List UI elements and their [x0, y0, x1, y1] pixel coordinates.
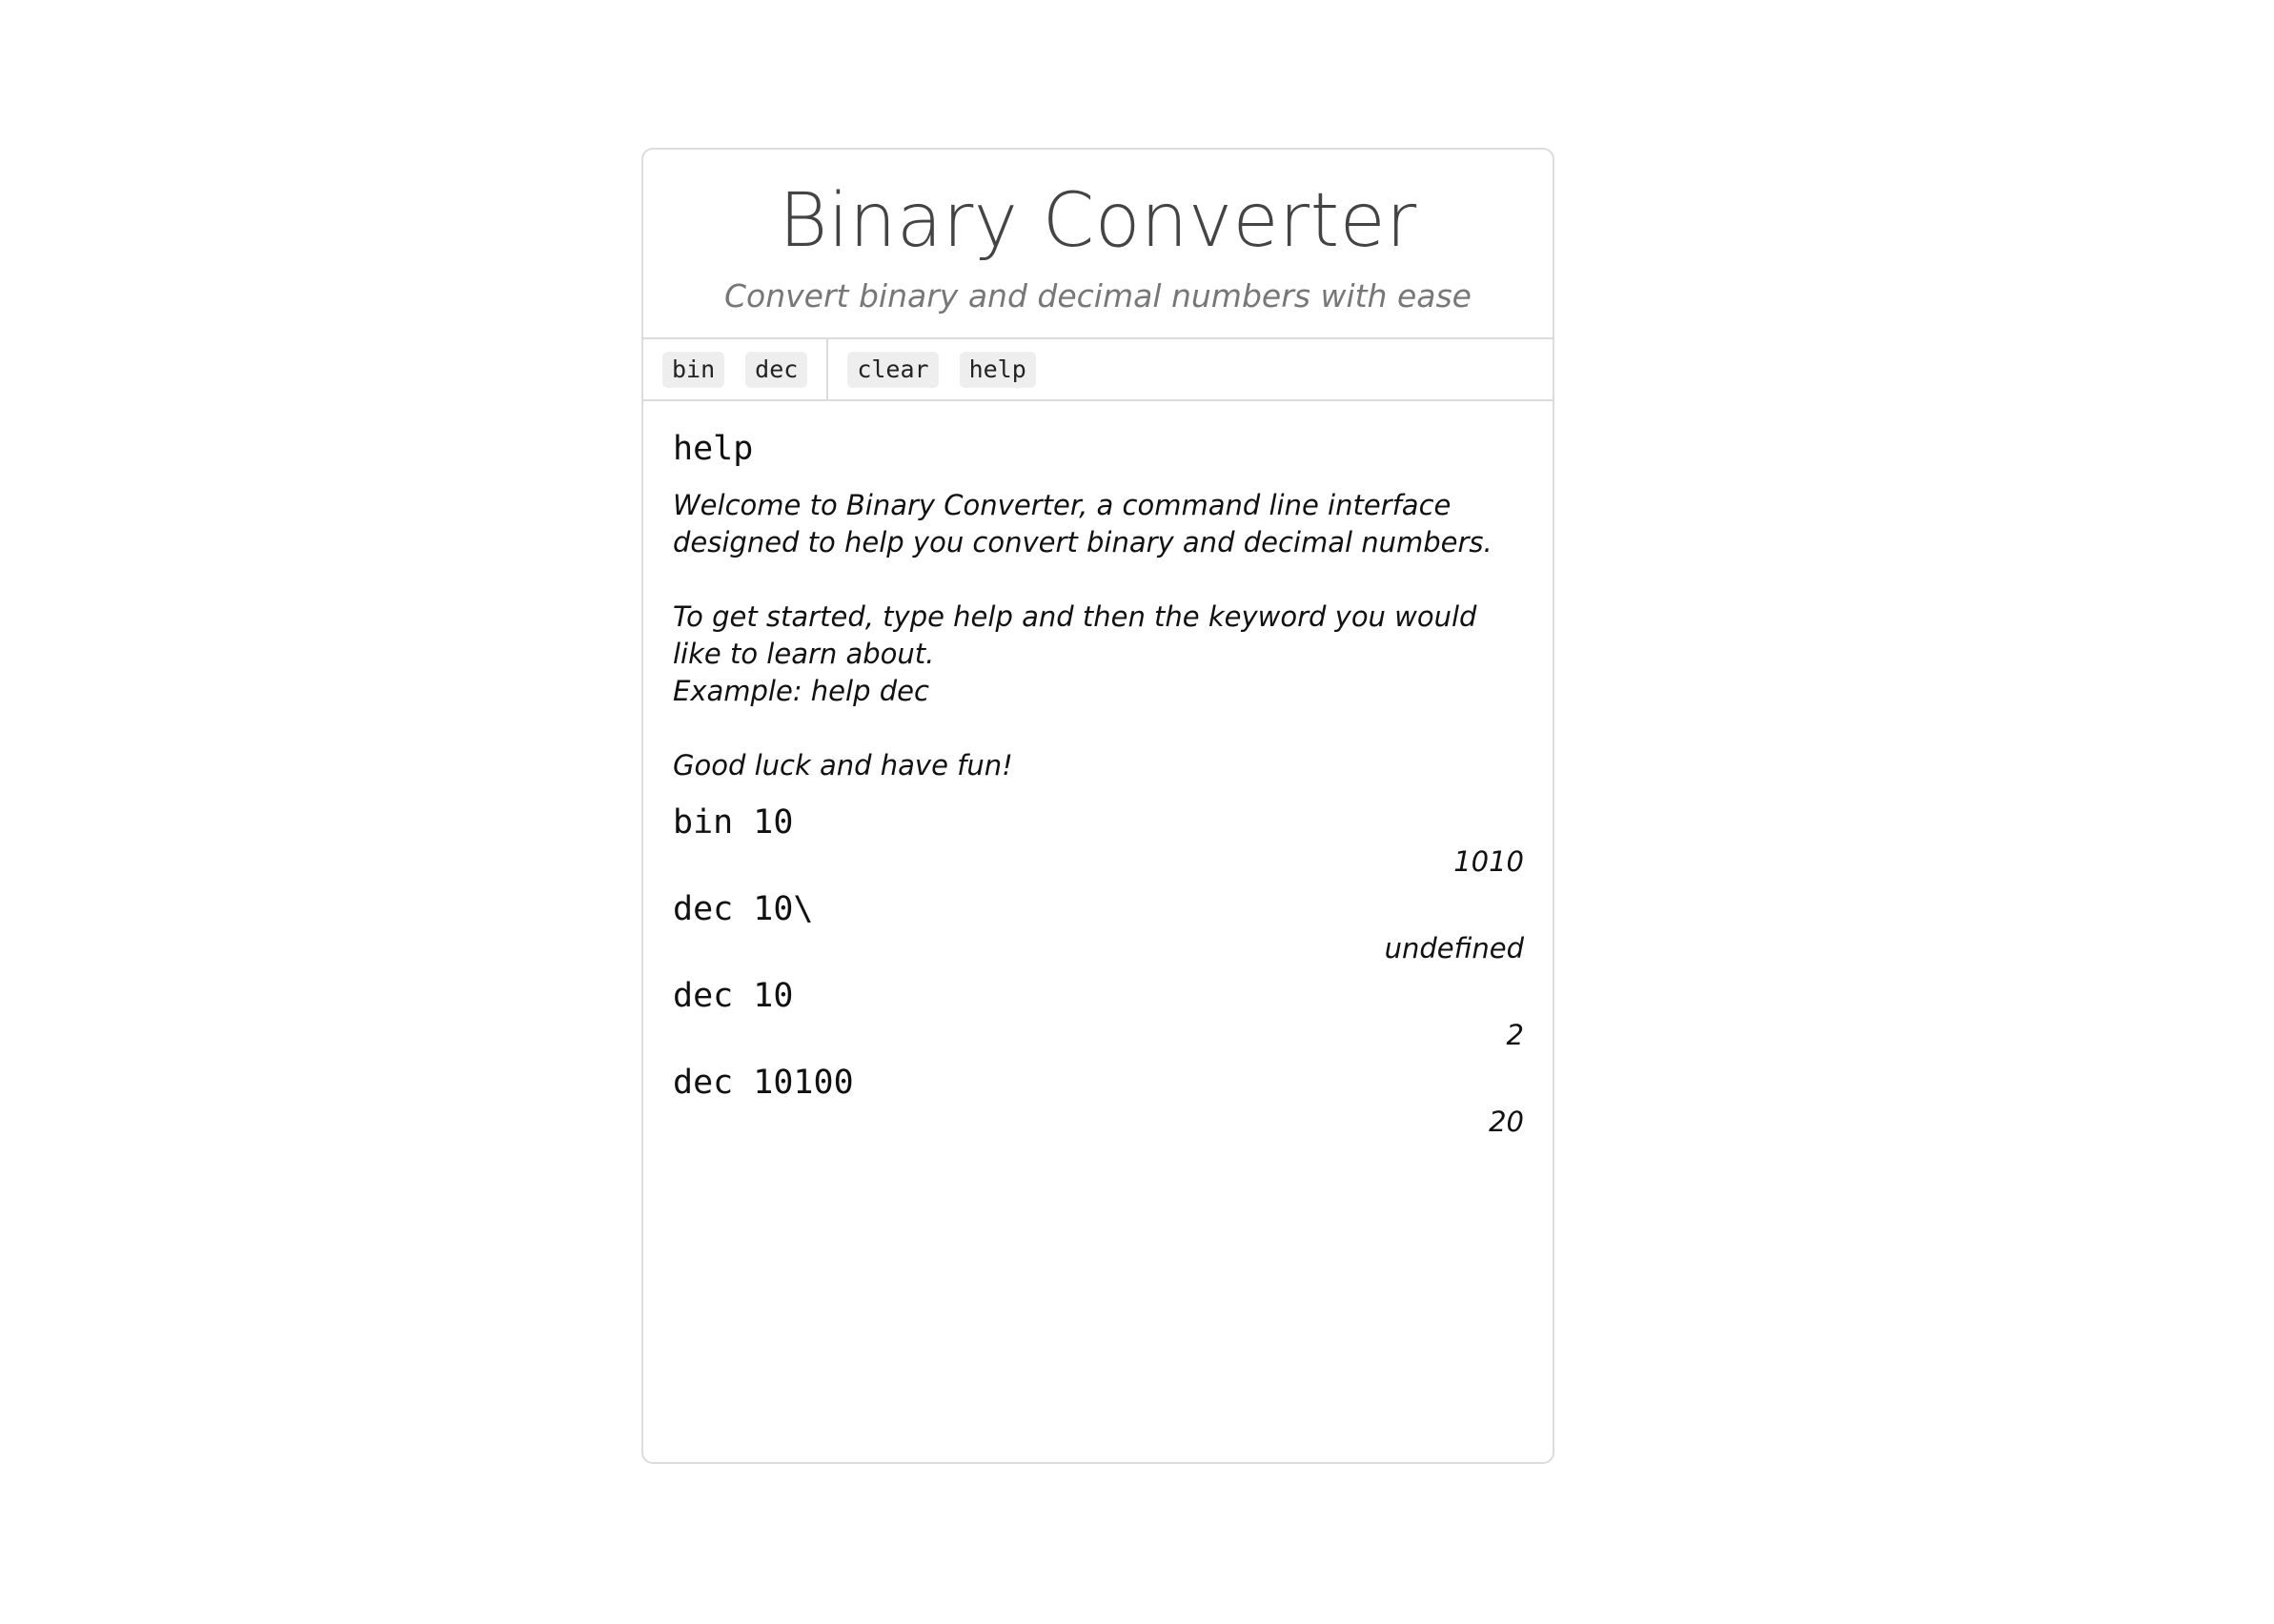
help-example-text: Example: help dec: [673, 675, 929, 707]
help-message: Welcome to Binary Converter, a command l…: [673, 487, 1524, 784]
utility-command-group: clear help: [828, 339, 1054, 399]
history-command: help: [673, 430, 754, 468]
history-command: dec 10: [673, 977, 794, 1015]
page-subtitle: Convert binary and decimal numbers with …: [724, 277, 1472, 315]
conversion-command-group: bin dec: [643, 339, 829, 399]
history-command: bin 10: [673, 803, 794, 842]
history-entry: bin 10 1010: [673, 802, 1524, 881]
help-closing-text: Good luck and have fun!: [673, 749, 1013, 782]
history-command: dec 10100: [673, 1064, 854, 1102]
history-list: bin 10 1010 dec 10\ undefined dec 10 2 d…: [673, 802, 1524, 1141]
dec-command-button[interactable]: dec: [745, 351, 808, 388]
command-toolbar: bin dec clear help: [643, 339, 1553, 401]
history-entry: dec 10100 20: [673, 1062, 1524, 1141]
bin-command-button[interactable]: bin: [662, 351, 725, 388]
history-command: dec 10\: [673, 890, 814, 928]
page-title: Binary Converter: [779, 178, 1417, 264]
help-command-button[interactable]: help: [959, 351, 1036, 388]
terminal-output[interactable]: help Welcome to Binary Converter, a comm…: [643, 401, 1553, 1141]
header: Binary Converter Convert binary and deci…: [643, 150, 1553, 339]
converter-card: Binary Converter Convert binary and deci…: [641, 148, 1554, 1464]
history-result: undefined: [1384, 932, 1524, 964]
history-result: 20: [1489, 1106, 1524, 1138]
history-entry: dec 10\ undefined: [673, 888, 1524, 967]
clear-command-button[interactable]: clear: [847, 351, 939, 388]
help-welcome-text: Welcome to Binary Converter, a command l…: [673, 489, 1492, 558]
help-instructions-text: To get started, type help and then the k…: [673, 600, 1477, 670]
history-result: 2: [1506, 1019, 1524, 1051]
history-entry: dec 10 2: [673, 975, 1524, 1054]
history-result: 1010: [1453, 845, 1524, 878]
